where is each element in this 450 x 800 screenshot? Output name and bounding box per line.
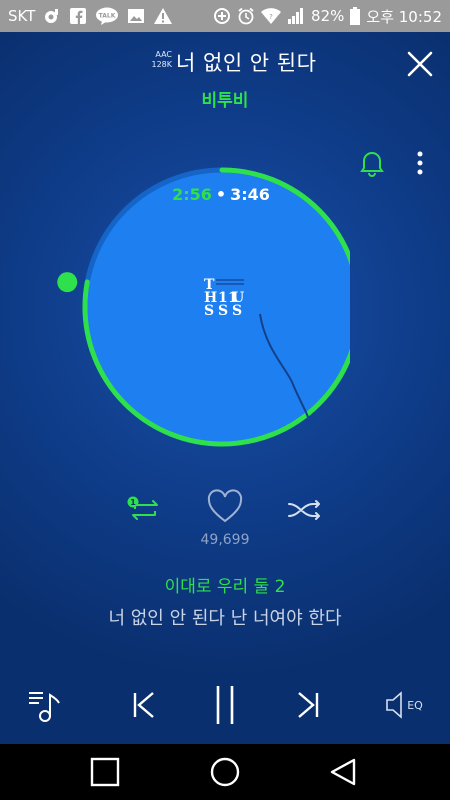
lyric-current-line[interactable]: 이대로 우리 둘 2 [0,572,450,597]
codec-bitrate: 128K [151,60,172,69]
circle-icon [210,757,240,787]
bell-icon [360,152,384,177]
svg-text:?: ? [269,13,273,21]
carrier-label: SKT [8,7,36,25]
clock: 오후 10:52 [366,7,442,26]
status-bar: SKT TALK ? 82% 오후 10:52 [0,0,450,32]
warning-icon [153,7,173,25]
codec-format: AAC [155,50,172,59]
heart-icon [207,489,243,523]
artist-name[interactable]: 비투비 [0,86,450,111]
battery-percent: 82% [311,7,345,25]
wifi-icon: ? [261,7,282,25]
repeat-button[interactable]: 1 [125,493,165,525]
total-time: 3:46 [230,185,270,204]
album-logo-graphic: T H 1 1 U S S S [204,277,244,319]
disc-player[interactable]: 2:56 • 3:46 T H 1 1 U S S S [50,157,350,457]
playlist-icon [29,692,60,722]
kakaotalk-icon: TALK [95,7,119,25]
player-screen: AAC 128K 너 없인 안 된다 비투비 2:56 • 3:46 T H 1… [0,32,450,744]
playlist-button[interactable] [20,680,70,730]
repeat-icon: 1 [127,496,158,520]
back-button[interactable] [323,752,363,792]
svg-text:S: S [232,303,242,319]
codec-badge: AAC 128K [138,50,172,70]
more-vertical-icon [417,151,423,175]
battery-icon [350,7,361,25]
pause-button[interactable] [200,680,250,730]
time-display: 2:56 • 3:46 [90,185,352,204]
like-count: 49,699 [200,532,250,548]
eq-label: EQ [407,699,423,712]
pause-icon [216,686,234,724]
next-icon [298,692,319,718]
notification-button[interactable] [358,148,386,178]
close-icon [407,51,433,77]
data-saver-icon [213,7,231,25]
current-time: 2:56 [172,185,212,204]
alarm-icon [237,7,255,25]
lyric-next-line[interactable]: 너 없인 안 된다 난 너여야 한다 [0,604,450,630]
system-nav-bar [0,744,450,800]
shuffle-icon [288,500,320,520]
back-triangle-icon [330,758,356,786]
playback-bar: EQ [0,672,450,742]
next-button[interactable] [284,680,334,730]
like-button[interactable] [205,489,245,525]
facebook-icon [69,7,87,25]
svg-text:S: S [218,303,228,319]
repeat-count: 1 [130,498,136,507]
progress-handle[interactable] [57,272,78,293]
svg-text:S: S [204,303,214,319]
shuffle-button[interactable] [285,493,325,525]
equalizer-button[interactable]: EQ [382,680,432,730]
recents-button[interactable] [85,752,125,792]
square-icon [90,757,120,787]
music-notification-icon [43,7,61,25]
album-art-logo: T H 1 1 U S S S [198,275,246,331]
image-icon [127,7,145,25]
kakaotalk-label: TALK [99,13,116,20]
song-title: 너 없인 안 된다 [176,51,317,75]
previous-icon [133,692,154,718]
previous-button[interactable] [118,680,168,730]
signal-icon [287,7,305,25]
close-button[interactable] [404,48,436,80]
time-separator: • [215,185,227,204]
home-button[interactable] [205,752,245,792]
player-header: AAC 128K 너 없인 안 된다 비투비 [0,32,450,162]
more-options-button[interactable] [410,148,430,178]
track-controls: 1 49,699 [0,487,450,557]
speaker-eq-icon: EQ [386,691,423,719]
